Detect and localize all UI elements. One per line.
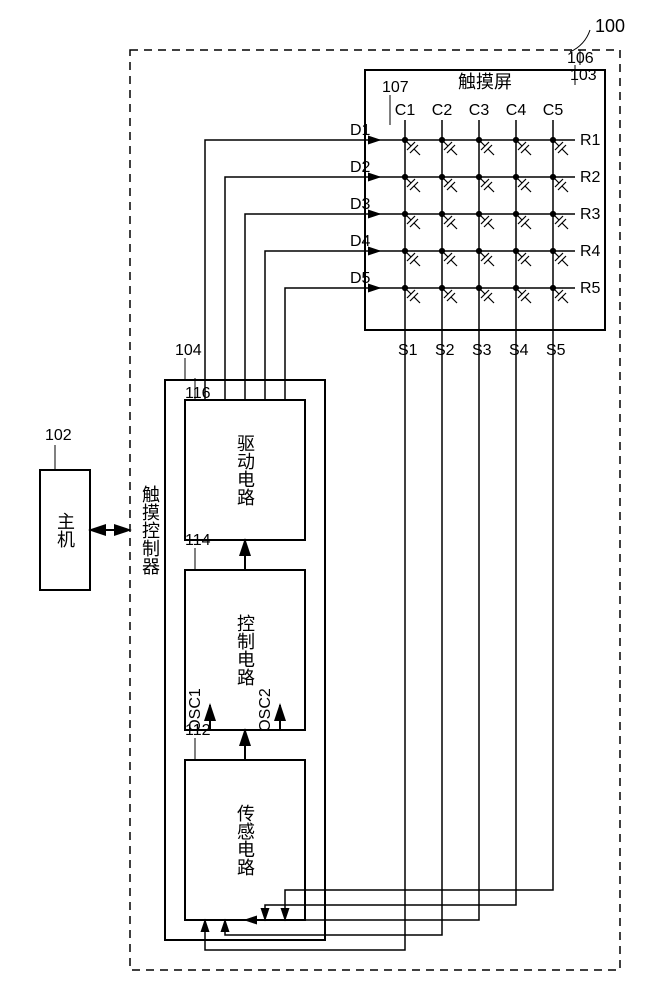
col-labels: C1 C2 C3 C4 C5 bbox=[395, 102, 564, 119]
osc2-label: OSC2 bbox=[257, 688, 274, 732]
svg-text:R2: R2 bbox=[580, 169, 601, 186]
ref-104: 104 bbox=[175, 342, 202, 359]
ref-106: 106 bbox=[567, 50, 594, 67]
svg-text:D1: D1 bbox=[350, 122, 371, 139]
svg-text:S4: S4 bbox=[509, 342, 529, 359]
svg-text:R3: R3 bbox=[580, 206, 601, 223]
controller-label: 触摸控制器 bbox=[140, 485, 160, 575]
svg-text:S2: S2 bbox=[435, 342, 455, 359]
svg-text:R4: R4 bbox=[580, 243, 601, 260]
driving-label: 驱动电路 bbox=[235, 434, 255, 506]
device-boundary bbox=[130, 50, 620, 970]
touchscreen-label: 触摸屏 bbox=[458, 72, 512, 92]
svg-text:S3: S3 bbox=[472, 342, 492, 359]
control-label: 控制电路 bbox=[235, 614, 255, 686]
host-label: 主机 bbox=[55, 512, 75, 548]
svg-text:D2: D2 bbox=[350, 159, 371, 176]
svg-text:C4: C4 bbox=[506, 102, 527, 119]
svg-text:R1: R1 bbox=[580, 132, 601, 149]
svg-text:S5: S5 bbox=[546, 342, 566, 359]
svg-text:D3: D3 bbox=[350, 196, 371, 213]
svg-text:C2: C2 bbox=[432, 102, 453, 119]
ref-102: 102 bbox=[45, 427, 72, 444]
ref-107: 107 bbox=[382, 79, 409, 96]
svg-text:C1: C1 bbox=[395, 102, 416, 119]
host-block: 主机 102 bbox=[40, 427, 90, 590]
svg-text:R5: R5 bbox=[580, 280, 601, 297]
osc1-label: OSC1 bbox=[187, 688, 204, 732]
svg-text:D5: D5 bbox=[350, 270, 371, 287]
ref-116: 116 bbox=[185, 385, 211, 402]
svg-text:C3: C3 bbox=[469, 102, 490, 119]
touch-nodes bbox=[403, 138, 569, 304]
svg-text:C5: C5 bbox=[543, 102, 564, 119]
svg-text:D4: D4 bbox=[350, 233, 371, 250]
svg-text:S1: S1 bbox=[398, 342, 418, 359]
ref-100: 100 bbox=[595, 16, 625, 36]
row-labels: R1 R2 R3 R4 R5 bbox=[580, 132, 601, 297]
sensing-label: 传感电路 bbox=[235, 804, 255, 876]
